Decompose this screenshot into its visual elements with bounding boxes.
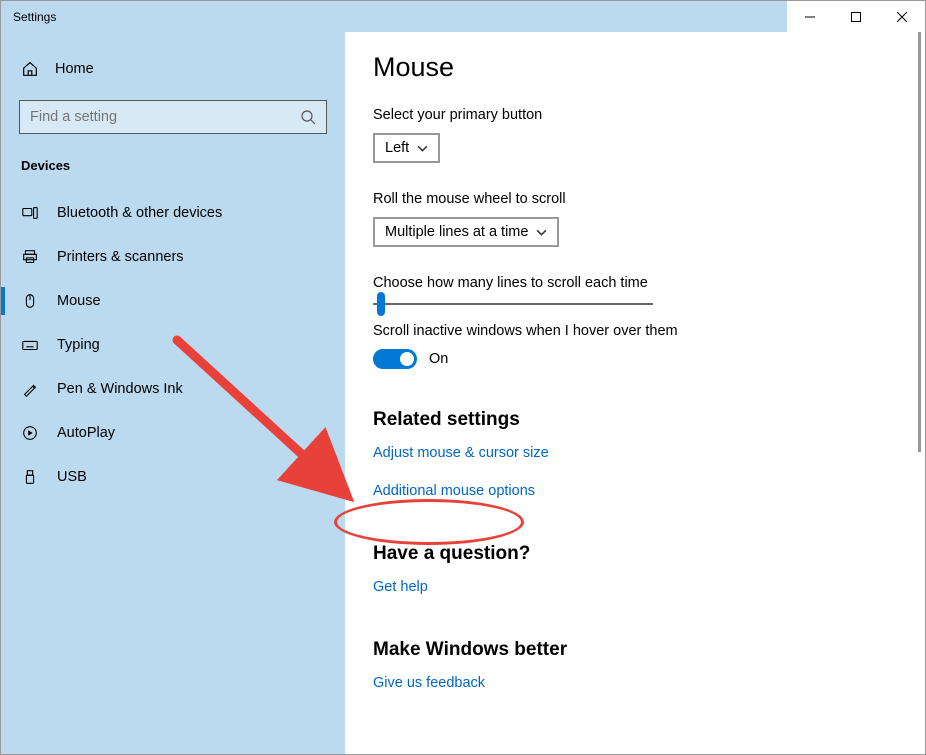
slider-thumb[interactable]	[377, 292, 385, 316]
inactive-windows-label: Scroll inactive windows when I hover ove…	[373, 323, 889, 339]
mouse-icon	[21, 292, 39, 310]
search-input[interactable]	[30, 109, 300, 125]
primary-button-dropdown[interactable]: Left	[373, 133, 440, 163]
sidebar-item-usb[interactable]: USB	[1, 455, 345, 499]
pen-icon	[21, 380, 39, 398]
link-get-help[interactable]: Get help	[373, 579, 889, 595]
minimize-button[interactable]	[787, 1, 833, 32]
close-icon	[897, 12, 907, 22]
usb-icon	[21, 468, 39, 486]
link-additional-mouse-options[interactable]: Additional mouse options	[373, 483, 889, 499]
chevron-down-icon	[536, 227, 547, 238]
sidebar-item-label: Mouse	[57, 293, 101, 309]
primary-button-label: Select your primary button	[373, 107, 889, 123]
sidebar-item-mouse[interactable]: Mouse	[1, 279, 345, 323]
window-title: Settings	[13, 10, 56, 24]
devices-icon	[21, 204, 39, 222]
related-settings-heading: Related settings	[373, 409, 889, 431]
question-heading: Have a question?	[373, 543, 889, 565]
link-adjust-cursor-size[interactable]: Adjust mouse & cursor size	[373, 445, 889, 461]
minimize-icon	[805, 12, 815, 22]
sidebar-item-autoplay[interactable]: AutoPlay	[1, 411, 345, 455]
close-button[interactable]	[879, 1, 925, 32]
lines-scroll-slider[interactable]	[373, 303, 653, 305]
sidebar-item-printers[interactable]: Printers & scanners	[1, 235, 345, 279]
maximize-button[interactable]	[833, 1, 879, 32]
sidebar-item-label: Pen & Windows Ink	[57, 381, 183, 397]
lines-scroll-label: Choose how many lines to scroll each tim…	[373, 275, 889, 291]
printer-icon	[21, 248, 39, 266]
home-label: Home	[55, 61, 94, 77]
page-title: Mouse	[373, 52, 889, 83]
sidebar-section-label: Devices	[1, 158, 345, 191]
sidebar-item-label: Printers & scanners	[57, 249, 184, 265]
maximize-icon	[851, 12, 861, 22]
window-controls	[787, 1, 925, 32]
home-icon	[21, 60, 39, 78]
keyboard-icon	[21, 336, 39, 354]
main-content: Mouse Select your primary button Left Ro…	[345, 32, 917, 754]
sidebar: Home Devices Bluetooth & other devices P…	[1, 32, 345, 754]
wheel-scroll-value: Multiple lines at a time	[385, 224, 528, 240]
wheel-scroll-label: Roll the mouse wheel to scroll	[373, 191, 889, 207]
better-heading: Make Windows better	[373, 639, 889, 661]
sidebar-item-label: USB	[57, 469, 87, 485]
link-give-feedback[interactable]: Give us feedback	[373, 675, 889, 691]
sidebar-item-bluetooth[interactable]: Bluetooth & other devices	[1, 191, 345, 235]
scrollbar[interactable]	[917, 32, 923, 754]
inactive-windows-value: On	[429, 351, 448, 367]
search-input-wrapper[interactable]	[19, 100, 327, 134]
scrollbar-thumb[interactable]	[918, 32, 921, 452]
sidebar-item-pen[interactable]: Pen & Windows Ink	[1, 367, 345, 411]
sidebar-item-label: Typing	[57, 337, 100, 353]
sidebar-item-label: AutoPlay	[57, 425, 115, 441]
wheel-scroll-dropdown[interactable]: Multiple lines at a time	[373, 217, 559, 247]
sidebar-home[interactable]: Home	[1, 52, 345, 86]
primary-button-value: Left	[385, 140, 409, 156]
chevron-down-icon	[417, 143, 428, 154]
title-bar: Settings	[1, 1, 925, 32]
sidebar-item-typing[interactable]: Typing	[1, 323, 345, 367]
search-icon	[300, 109, 316, 125]
sidebar-item-label: Bluetooth & other devices	[57, 205, 222, 221]
inactive-windows-toggle[interactable]	[373, 349, 417, 369]
autoplay-icon	[21, 424, 39, 442]
